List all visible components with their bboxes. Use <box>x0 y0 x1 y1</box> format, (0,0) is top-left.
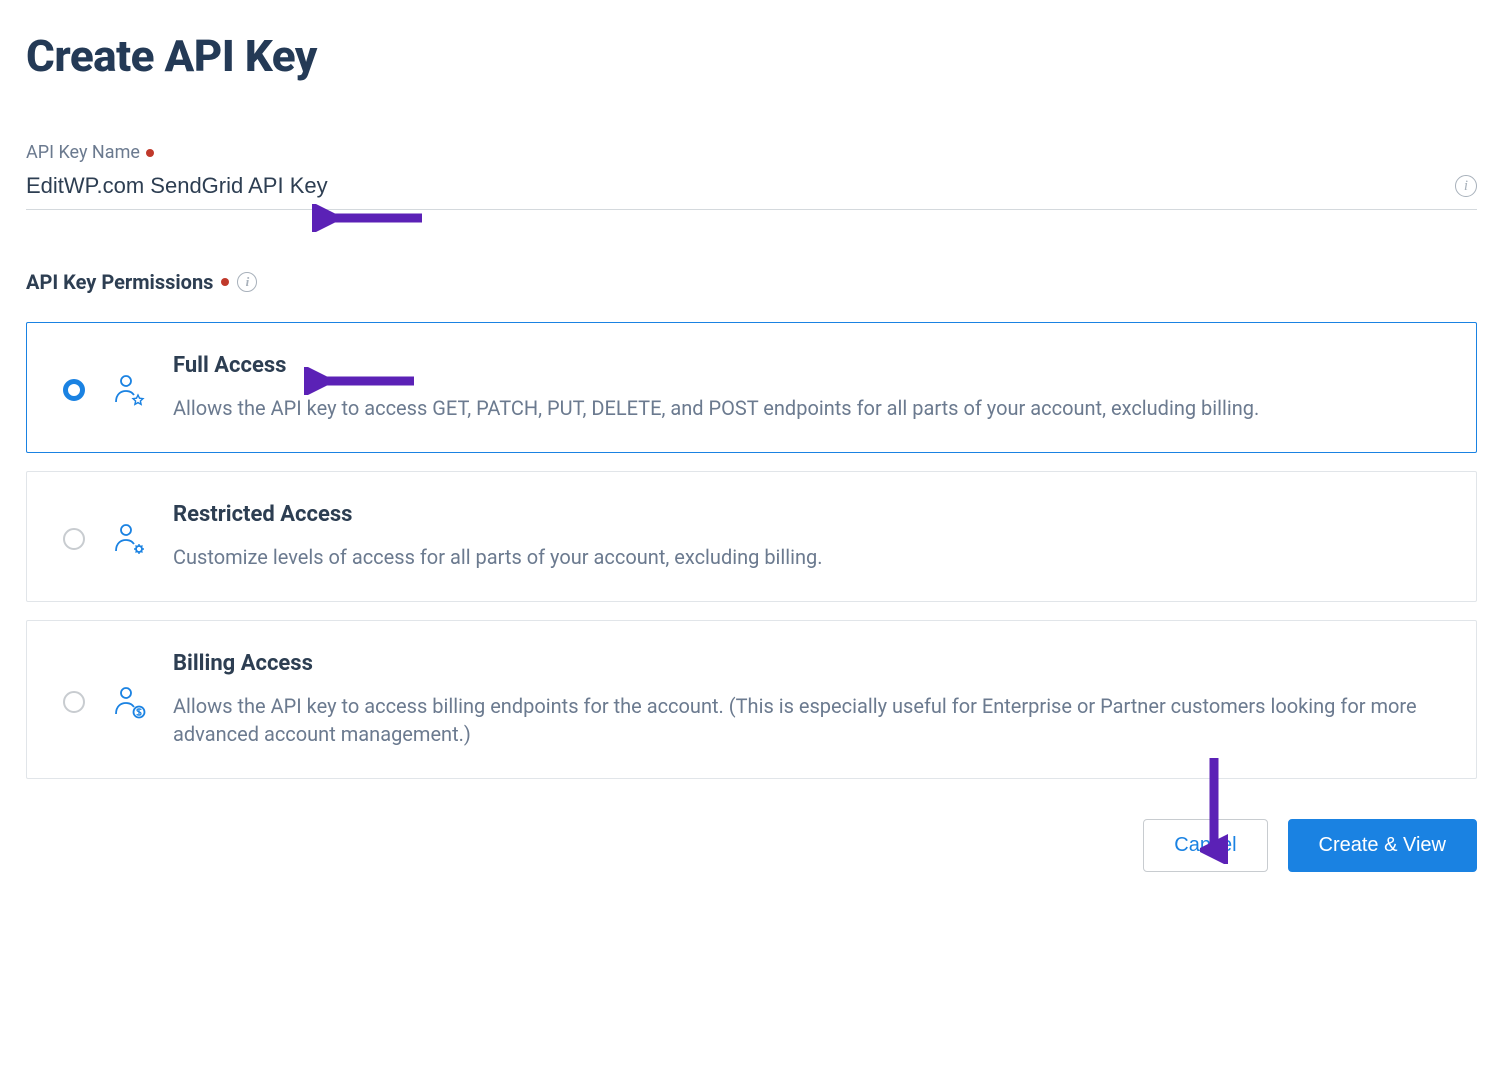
option-title: Billing Access <box>173 651 1440 676</box>
user-star-icon <box>111 372 147 408</box>
user-gear-icon <box>111 521 147 557</box>
permissions-section-label-text: API Key Permissions <box>26 270 213 294</box>
required-indicator-icon <box>146 149 154 157</box>
action-bar: Cancel Create & View <box>26 819 1477 872</box>
api-key-name-label-text: API Key Name <box>26 142 140 163</box>
page-title: Create API Key <box>26 30 1477 82</box>
cancel-button[interactable]: Cancel <box>1143 819 1267 872</box>
option-description: Customize levels of access for all parts… <box>173 543 1440 571</box>
option-title: Restricted Access <box>173 502 1440 527</box>
api-key-name-field-wrap: i <box>26 173 1477 210</box>
option-description: Allows the API key to access billing end… <box>173 692 1440 748</box>
radio-full-access[interactable] <box>63 379 85 401</box>
radio-billing-access[interactable] <box>63 691 85 713</box>
permissions-options: Full Access Allows the API key to access… <box>26 322 1477 779</box>
permission-option-restricted-access[interactable]: Restricted Access Customize levels of ac… <box>26 471 1477 602</box>
user-dollar-icon <box>111 684 147 720</box>
info-icon[interactable]: i <box>237 272 257 292</box>
radio-restricted-access[interactable] <box>63 528 85 550</box>
option-title: Full Access <box>173 353 1440 378</box>
api-key-name-input[interactable] <box>26 173 1455 199</box>
api-key-name-label: API Key Name <box>26 142 1477 163</box>
permissions-section-label: API Key Permissions i <box>26 270 1477 294</box>
required-indicator-icon <box>221 278 229 286</box>
permission-option-full-access[interactable]: Full Access Allows the API key to access… <box>26 322 1477 453</box>
info-icon[interactable]: i <box>1455 175 1477 197</box>
option-description: Allows the API key to access GET, PATCH,… <box>173 394 1440 422</box>
permission-option-billing-access[interactable]: Billing Access Allows the API key to acc… <box>26 620 1477 779</box>
create-view-button[interactable]: Create & View <box>1288 819 1477 872</box>
